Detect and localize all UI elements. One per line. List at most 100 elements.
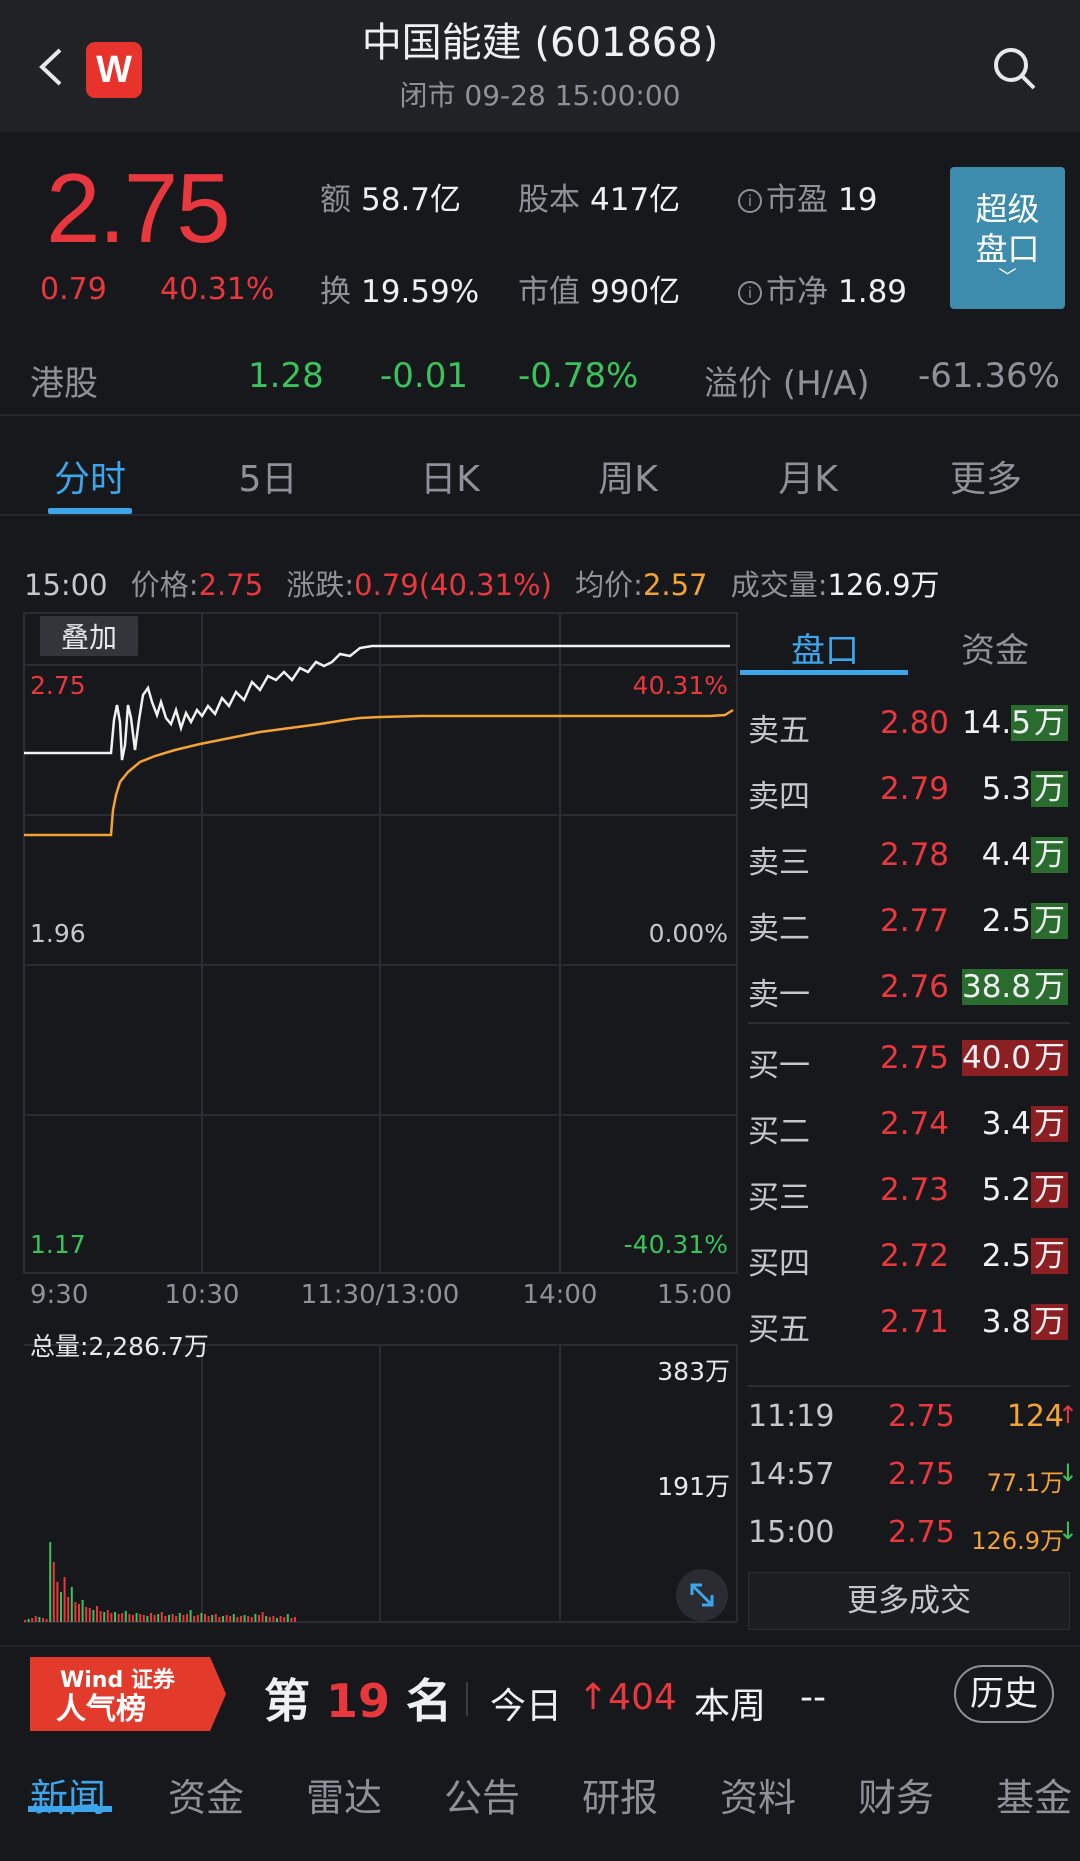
bid-level-row[interactable]: 买三 2.73 5.2万 [748, 1162, 1070, 1218]
volume-bar [45, 1619, 48, 1622]
ask-level-row[interactable]: 卖四 2.79 5.3万 [748, 761, 1070, 817]
level-label: 买三 [748, 1180, 810, 1216]
volume-bars [24, 1542, 296, 1622]
back-button[interactable] [30, 40, 76, 94]
hk-change-pct: -0.78% [518, 356, 639, 396]
pb-cell[interactable]: i 市净 1.89 [738, 266, 907, 311]
stock-title: 中国能建 (601868) [361, 20, 719, 66]
volume-bar [232, 1614, 235, 1622]
volume-bar [171, 1614, 174, 1622]
volume-bar [200, 1613, 203, 1622]
volume-bar [182, 1615, 185, 1622]
level-price: 2.74 [880, 1106, 950, 1142]
bid-level-row[interactable]: 买五 2.71 3.8万 [748, 1294, 1070, 1350]
bid-level-row[interactable]: 买一 2.75 40.0万 [748, 1030, 1070, 1086]
volume-bar [258, 1615, 260, 1622]
volume-bar [135, 1613, 138, 1622]
level-price: 2.77 [880, 903, 950, 939]
volume-bar [265, 1616, 268, 1622]
trade-row: 14:57 2.75 77.1万 ↓ [748, 1457, 1078, 1497]
level-label: 卖三 [748, 845, 810, 881]
tab-fund[interactable]: 基金 [996, 1767, 1072, 1822]
tab-monthly-k[interactable]: 月K [748, 450, 868, 502]
volume-bar [31, 1618, 34, 1622]
volume-bar [42, 1618, 44, 1622]
volume-bar [178, 1613, 181, 1622]
week-value: -- [800, 1677, 826, 1718]
super-orderbook-button[interactable]: 超级 盘口 ﹀ [950, 167, 1065, 309]
tab-more[interactable]: 更多 [926, 450, 1046, 502]
level-label: 卖一 [748, 977, 810, 1013]
volume-bar [236, 1617, 239, 1622]
volume-bar [279, 1616, 282, 1622]
level-label: 卖二 [748, 911, 810, 947]
tab-research[interactable]: 研报 [582, 1767, 658, 1822]
last-price: 2.75 [46, 153, 231, 263]
active-tab-indicator [48, 508, 132, 514]
volume-bar [153, 1615, 156, 1622]
tab-intraday[interactable]: 分时 [30, 450, 150, 502]
level-label: 买五 [748, 1312, 810, 1348]
tab-daily-k[interactable]: 日K [390, 450, 510, 502]
info-tabs: 新闻 资金 雷达 公告 研报 资料 财务 基金 [0, 1745, 1080, 1861]
volume-axis-top: 383万 [657, 1357, 730, 1386]
tab-funds-flow[interactable]: 资金 [168, 1767, 244, 1822]
level-price: 2.71 [880, 1304, 950, 1340]
tab-announcements[interactable]: 公告 [444, 1767, 520, 1822]
volume-bar [139, 1614, 142, 1622]
level-price: 2.78 [880, 837, 950, 873]
tab-orderbook[interactable]: 盘口 [740, 623, 910, 672]
pe-cell[interactable]: i 市盈 19 [738, 174, 877, 219]
volume-bar [254, 1614, 257, 1622]
volume-bar [78, 1604, 80, 1622]
bid-level-row[interactable]: 买二 2.74 3.4万 [748, 1096, 1070, 1152]
volume-bar [186, 1614, 188, 1622]
intraday-chart[interactable]: 叠加 2.75 1.96 1.17 40.31% 0.00% -40.31% 9… [0, 610, 740, 1630]
rank-text: 第 19 名 [264, 1674, 453, 1728]
wind-logo[interactable]: W [86, 42, 142, 98]
volume-bar [85, 1607, 88, 1622]
tab-radar[interactable]: 雷达 [306, 1767, 382, 1822]
premium-value: -61.36% [918, 356, 1060, 396]
volume-bar [214, 1614, 217, 1622]
ask-level-row[interactable]: 卖一 2.76 38.8万 [748, 959, 1070, 1015]
amount-cell: 额 58.7亿 [320, 182, 462, 218]
pct-label-top: 40.31% [633, 671, 728, 700]
tab-capital[interactable]: 资金 [910, 623, 1080, 672]
search-icon [994, 48, 1036, 90]
tab-profile[interactable]: 资料 [720, 1767, 796, 1822]
tab-5day[interactable]: 5日 [208, 450, 328, 502]
volume-bar [250, 1617, 253, 1622]
ask-level-row[interactable]: 卖三 2.78 4.4万 [748, 827, 1070, 883]
volume-bar [160, 1612, 163, 1622]
search-button[interactable] [990, 44, 1040, 94]
level-quantity: 14.5万 [962, 701, 1068, 745]
more-trades-button[interactable]: 更多成交 [748, 1572, 1070, 1630]
level-price: 2.73 [880, 1172, 950, 1208]
tab-weekly-k[interactable]: 周K [568, 450, 688, 502]
ask-level-row[interactable]: 卖二 2.77 2.5万 [748, 893, 1070, 949]
volume-axis-mid: 191万 [657, 1472, 730, 1501]
wind-popularity-badge[interactable]: Wind 证券 人气榜 [30, 1657, 226, 1731]
volume-bar [92, 1610, 95, 1622]
volume-bar [243, 1615, 246, 1622]
overlay-button-label[interactable]: 叠加 [61, 621, 117, 654]
y-label-mid: 1.96 [30, 919, 86, 948]
ask-level-row[interactable]: 卖五 2.80 14.5万 [748, 695, 1070, 751]
tab-news[interactable]: 新闻 [30, 1767, 106, 1822]
volume-bar [99, 1611, 102, 1622]
volume-bar [247, 1616, 250, 1622]
hk-share-row[interactable]: 港股 1.28 -0.01 -0.78% 溢价 (H/A) -61.36% [0, 342, 1080, 416]
tab-financials[interactable]: 财务 [858, 1767, 934, 1822]
x-tick-0930: 9:30 [30, 1280, 88, 1310]
level-quantity: 5.2万 [982, 1168, 1068, 1212]
bid-level-row[interactable]: 买四 2.72 2.5万 [748, 1228, 1070, 1284]
volume-bar [225, 1615, 228, 1622]
y-label-top: 2.75 [30, 671, 86, 700]
popularity-rank-bar[interactable]: Wind 证券 人气榜 第 19 名 今日 ↑404 本周 -- 历史 [0, 1645, 1080, 1745]
volume-bar [52, 1562, 55, 1622]
history-button[interactable]: 历史 [954, 1665, 1054, 1723]
level-price: 2.80 [880, 705, 950, 741]
pct-label-mid: 0.00% [649, 919, 728, 948]
info-icon: i [738, 281, 762, 305]
